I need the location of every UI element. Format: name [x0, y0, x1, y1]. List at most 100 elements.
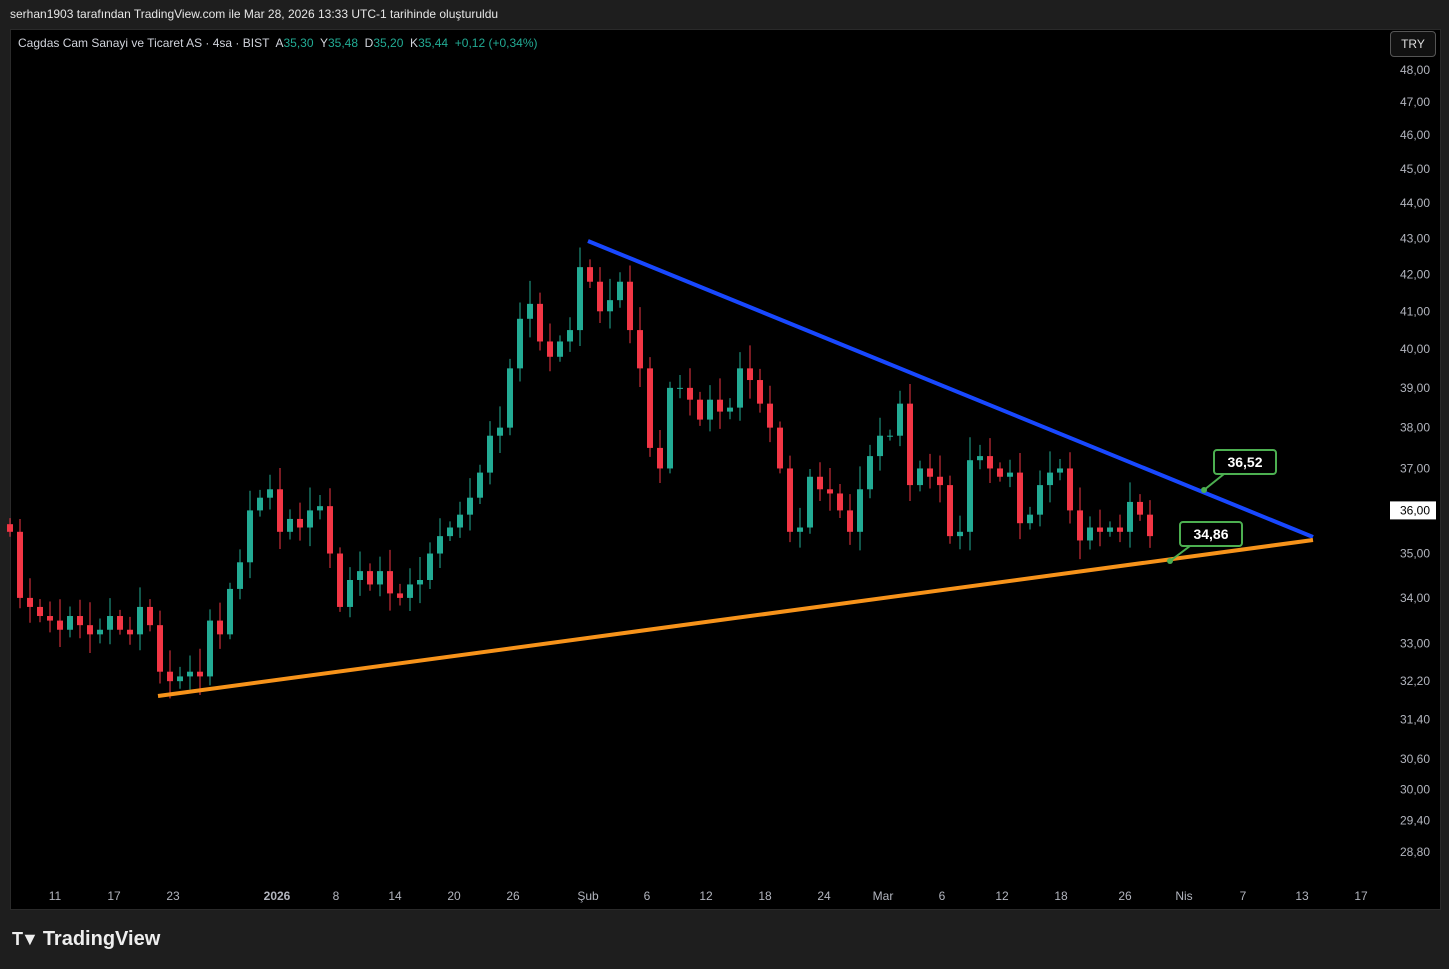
x-tick-label: 7: [1240, 889, 1247, 903]
candle-up: [67, 616, 73, 630]
candle-down: [847, 510, 853, 532]
support-label-text: 34,86: [1193, 526, 1228, 542]
candle-down: [197, 671, 203, 677]
candle-up: [97, 629, 103, 635]
candle-down: [7, 524, 13, 532]
candle-down: [947, 485, 953, 537]
candle-up: [567, 330, 573, 342]
candle-down: [47, 616, 53, 621]
candle-up: [307, 510, 313, 528]
candle-up: [497, 427, 503, 436]
candle-up: [247, 510, 253, 563]
candle-up: [1107, 527, 1113, 532]
candle-up: [867, 456, 873, 490]
y-tick-label: 47,00: [1400, 95, 1430, 109]
candle-up: [237, 562, 243, 589]
candle-down: [627, 281, 633, 331]
candle-up: [1127, 501, 1133, 532]
candle-down: [17, 531, 23, 598]
candle-up: [407, 584, 413, 598]
candle-up: [707, 399, 713, 420]
x-tick-label: 20: [447, 889, 461, 903]
candle-up: [517, 318, 523, 369]
candle-down: [387, 571, 393, 594]
candle-down: [57, 620, 63, 630]
resistance-label-anchor: [1201, 487, 1207, 493]
y-tick-label: 48,00: [1400, 63, 1430, 77]
candle-down: [537, 303, 543, 342]
y-tick-label: 45,00: [1400, 162, 1430, 176]
x-tick-label: 6: [939, 889, 946, 903]
candle-down: [987, 456, 993, 469]
symbol-legend: Cagdas Cam Sanayi ve Ticaret AS · 4sa · …: [18, 36, 538, 50]
x-tick-label: 13: [1295, 889, 1309, 903]
candle-up: [207, 620, 213, 677]
candle-down: [587, 267, 593, 282]
logo-text: TradingView: [42, 928, 161, 950]
candle-down: [747, 368, 753, 381]
candle-down: [327, 506, 333, 554]
candle-up: [857, 489, 863, 532]
x-tick-label: Mar: [873, 889, 894, 903]
candle-down: [997, 468, 1003, 477]
candle-up: [577, 267, 583, 331]
candle-up: [437, 536, 443, 554]
candle-up: [1027, 514, 1033, 524]
y-tick-label: 43,00: [1400, 231, 1430, 245]
candle-up: [1037, 485, 1043, 515]
candle-down: [217, 620, 223, 635]
candle-down: [837, 493, 843, 511]
candle-down: [907, 403, 913, 486]
candle-up: [177, 676, 183, 682]
support-label-anchor: [1167, 558, 1173, 564]
candle-down: [147, 606, 153, 626]
candle-up: [797, 527, 803, 532]
y-tick-label: 29,40: [1400, 813, 1430, 827]
candle-up: [357, 571, 363, 580]
tradingview-logo: T▼ TradingView: [12, 928, 160, 951]
candle-up: [317, 506, 323, 511]
candle-down: [117, 616, 123, 630]
candle-up: [557, 341, 563, 357]
x-tick-label: 6: [644, 889, 651, 903]
price-chart: 48,00 47,00 46,00 45,00 44,00 43,00 42,00 41,00…: [7, 63, 1436, 903]
candle-down: [697, 399, 703, 420]
x-tick-label: 23: [166, 889, 180, 903]
resistance-label-pointer: [1203, 473, 1225, 491]
resistance-label-text: 36,52: [1227, 454, 1262, 470]
candle-down: [927, 468, 933, 477]
candle-down: [87, 625, 93, 635]
candle-down: [687, 387, 693, 400]
tradingview-logo-icon: T▼: [12, 929, 39, 949]
y-tick-label: 39,00: [1400, 381, 1430, 395]
x-tick-label: 8: [333, 889, 340, 903]
candle-down: [77, 616, 83, 626]
x-tick-label: 12: [699, 889, 713, 903]
candle-down: [1097, 527, 1103, 532]
candle-up: [467, 497, 473, 515]
candle-down: [827, 489, 833, 494]
x-tick-label: 26: [1118, 889, 1132, 903]
candle-down: [787, 468, 793, 532]
symbol-name: Cagdas Cam Sanayi ve Ticaret AS · 4sa · …: [18, 36, 270, 50]
candle-down: [757, 380, 763, 404]
candle-up: [617, 281, 623, 301]
candle-down: [1117, 527, 1123, 532]
candle-up: [107, 616, 113, 630]
y-tick-label: 32,20: [1400, 674, 1430, 688]
candle-up: [487, 435, 493, 473]
y-tick-label: 46,00: [1400, 128, 1430, 142]
candle-up: [877, 435, 883, 457]
y-tick-label: 41,00: [1400, 304, 1430, 318]
candle-down: [1067, 468, 1073, 511]
y-tick-label: 33,00: [1400, 637, 1430, 651]
y-tick-label: 31,40: [1400, 713, 1430, 727]
candle-down: [157, 625, 163, 672]
candle-down: [647, 368, 653, 448]
candle-up: [807, 476, 813, 528]
x-tick-label: 18: [758, 889, 772, 903]
currency-button[interactable]: TRY: [1390, 31, 1436, 57]
y-tick-label: 35,00: [1400, 547, 1430, 561]
candle-down: [937, 476, 943, 486]
candle-up: [1087, 527, 1093, 541]
